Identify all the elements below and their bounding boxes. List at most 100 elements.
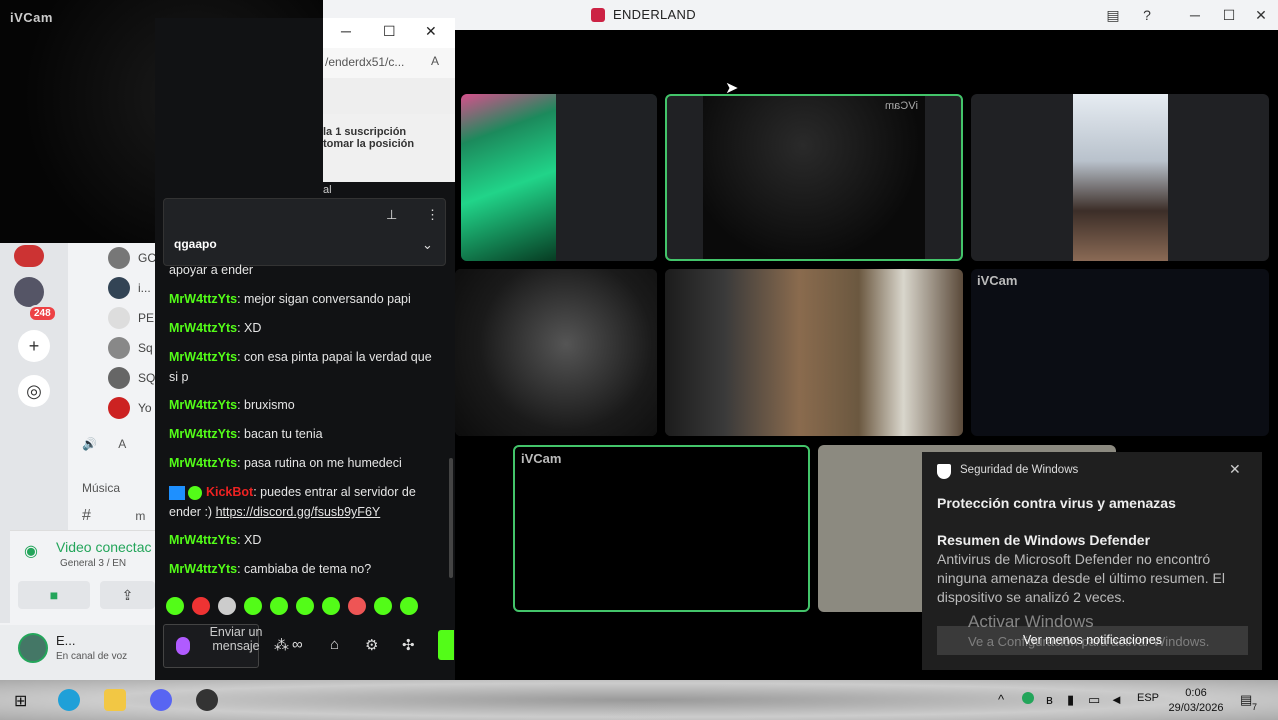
voice-member[interactable]: SQ <box>108 366 155 390</box>
edge-icon[interactable] <box>58 689 80 711</box>
maximize-button[interactable]: ☐ <box>1221 7 1237 23</box>
network-icon[interactable]: ▭ <box>1088 692 1100 708</box>
store-icon[interactable]: ⌂ <box>330 636 339 653</box>
ivcam-label: iVCam <box>10 10 53 25</box>
emote-icon[interactable] <box>192 597 210 615</box>
chat-message: MrW4ttzYts: XD <box>169 533 262 547</box>
minimize-button[interactable]: ─ <box>1187 7 1203 23</box>
send-button[interactable] <box>438 630 454 660</box>
voice-member[interactable]: Sq <box>108 336 153 360</box>
microphone-icon[interactable] <box>176 637 190 655</box>
infinity-icon[interactable]: ∞ <box>292 636 303 653</box>
notification-source: Seguridad de Windows <box>960 464 1079 476</box>
more-options-icon[interactable]: ⋮ <box>426 207 439 223</box>
avatar <box>108 337 130 359</box>
emote-icon[interactable] <box>374 597 392 615</box>
voice-member[interactable]: i... <box>108 276 151 300</box>
chevron-up-icon[interactable]: ^ <box>998 692 1004 707</box>
video-tile-speaking[interactable]: iVCam <box>665 94 963 261</box>
activation-watermark: Activar Windows <box>968 612 1094 631</box>
chat-message: MrW4ttzYts: mejor sigan conversando papi <box>169 292 411 306</box>
voice-member[interactable]: PE <box>108 306 154 330</box>
close-icon[interactable]: ✕ <box>1229 461 1241 478</box>
file-explorer-icon[interactable] <box>104 689 126 711</box>
notification-center-icon[interactable]: ▤ <box>1240 692 1252 708</box>
voice-status: Video conectac <box>56 539 152 555</box>
video-tile-speaking[interactable]: iVCam <box>513 445 810 612</box>
help-icon[interactable]: ? <box>1139 7 1155 23</box>
partial-text: al <box>323 184 332 196</box>
camera-feed <box>1073 94 1168 261</box>
discord-icon[interactable] <box>150 689 172 711</box>
video-tile[interactable]: iVCam <box>971 269 1269 436</box>
gear-icon[interactable]: ⚙ <box>365 636 378 654</box>
chat-message: MrW4ttzYts: XD <box>169 321 262 335</box>
chat-message: MrW4ttzYts: con esa pinta papai la verda… <box>169 350 432 384</box>
explore-servers-icon[interactable]: ◎ <box>18 375 50 407</box>
language-indicator[interactable]: ESP <box>1137 692 1159 704</box>
video-tile[interactable] <box>455 269 657 436</box>
chat-scrollbar[interactable] <box>449 458 453 578</box>
volume-icon[interactable]: ◄ <box>1110 692 1123 707</box>
minimize-button[interactable]: ─ <box>341 23 351 39</box>
server-icon[interactable] <box>14 277 44 307</box>
obs-icon[interactable] <box>196 689 218 711</box>
voice-member[interactable]: GC <box>108 246 156 270</box>
unread-badge: 248 <box>28 305 57 322</box>
signal-icon: ◉ <box>24 543 38 560</box>
shield-icon <box>937 464 951 479</box>
user-panel: E... En canal de voz <box>0 625 160 680</box>
emote-icon[interactable] <box>322 597 340 615</box>
video-tile[interactable] <box>665 269 963 436</box>
puzzle-icon[interactable]: ✣ <box>402 636 415 654</box>
avatar[interactable] <box>18 633 48 663</box>
pin-icon[interactable]: ⊥ <box>386 207 397 223</box>
subscription-notice: la 1 suscripción tomar la posición <box>323 114 455 182</box>
window-title: ENDERLAND <box>613 7 696 22</box>
notification-count: 7 <box>1252 702 1258 712</box>
emote-icon[interactable] <box>166 597 184 615</box>
microphone-icon[interactable]: ▮ <box>1067 692 1074 708</box>
windows-start-icon[interactable]: ⊞ <box>14 691 27 711</box>
clock[interactable]: 0:06 29/03/2026 <box>1168 686 1224 716</box>
users-icon[interactable]: ⁂ <box>274 636 289 654</box>
discord-invite-link[interactable]: https://discord.gg/fsusb9yF6Y <box>216 505 381 519</box>
notification-title: Protección contra virus y amenazas <box>937 495 1176 511</box>
chat-message: MrW4ttzYts: cambiaba de tema no? <box>169 562 372 576</box>
pinned-message[interactable]: ⊥ ⋮ qgaapo ⌄ <box>163 198 446 266</box>
voice-member[interactable]: Yo <box>108 396 152 420</box>
maximize-button[interactable]: ☐ <box>383 23 396 40</box>
category-music[interactable]: Música <box>82 481 120 495</box>
video-tile[interactable] <box>461 94 657 261</box>
emote-icon[interactable] <box>348 597 366 615</box>
activation-watermark-sub: Ve a Configuración para activar Windows. <box>968 634 1210 649</box>
tray-app-icon[interactable] <box>1022 692 1034 704</box>
browser-title-bar: ─ ☐ ✕ <box>323 18 455 48</box>
text-channel-row[interactable]: # m <box>82 507 145 525</box>
camera-button[interactable]: ■ <box>18 581 90 609</box>
address-bar[interactable]: /enderdx51/c... A <box>323 48 455 78</box>
screen-share-button[interactable]: ⇪ <box>100 581 155 609</box>
emote-icon[interactable] <box>400 597 418 615</box>
camera-feed <box>461 94 556 261</box>
emote-icon[interactable] <box>270 597 288 615</box>
user-name: E... <box>56 633 76 648</box>
add-server-icon[interactable]: + <box>18 330 50 362</box>
emote-icon[interactable] <box>244 597 262 615</box>
bluetooth-icon[interactable]: ʙ <box>1046 692 1053 707</box>
emote-icon[interactable] <box>296 597 314 615</box>
close-button[interactable]: ✕ <box>1253 7 1269 23</box>
mirrored-label: iVCam <box>885 100 919 112</box>
chat-input[interactable]: Enviar un mensaje <box>163 624 262 668</box>
reader-icon[interactable]: A <box>431 54 439 68</box>
emote-icon[interactable] <box>218 597 236 615</box>
browser-toolbar <box>323 78 455 114</box>
hash-icon: # <box>82 507 91 524</box>
voice-channel-row[interactable]: 🔊 A <box>82 437 126 451</box>
video-tile[interactable] <box>971 94 1269 261</box>
chevron-down-icon[interactable]: ⌄ <box>422 237 433 253</box>
inbox-icon[interactable]: ▤ <box>1105 7 1121 23</box>
notification-subtitle: Resumen de Windows Defender <box>937 532 1151 548</box>
close-button[interactable]: ✕ <box>425 23 437 40</box>
server-icon[interactable] <box>14 245 44 267</box>
